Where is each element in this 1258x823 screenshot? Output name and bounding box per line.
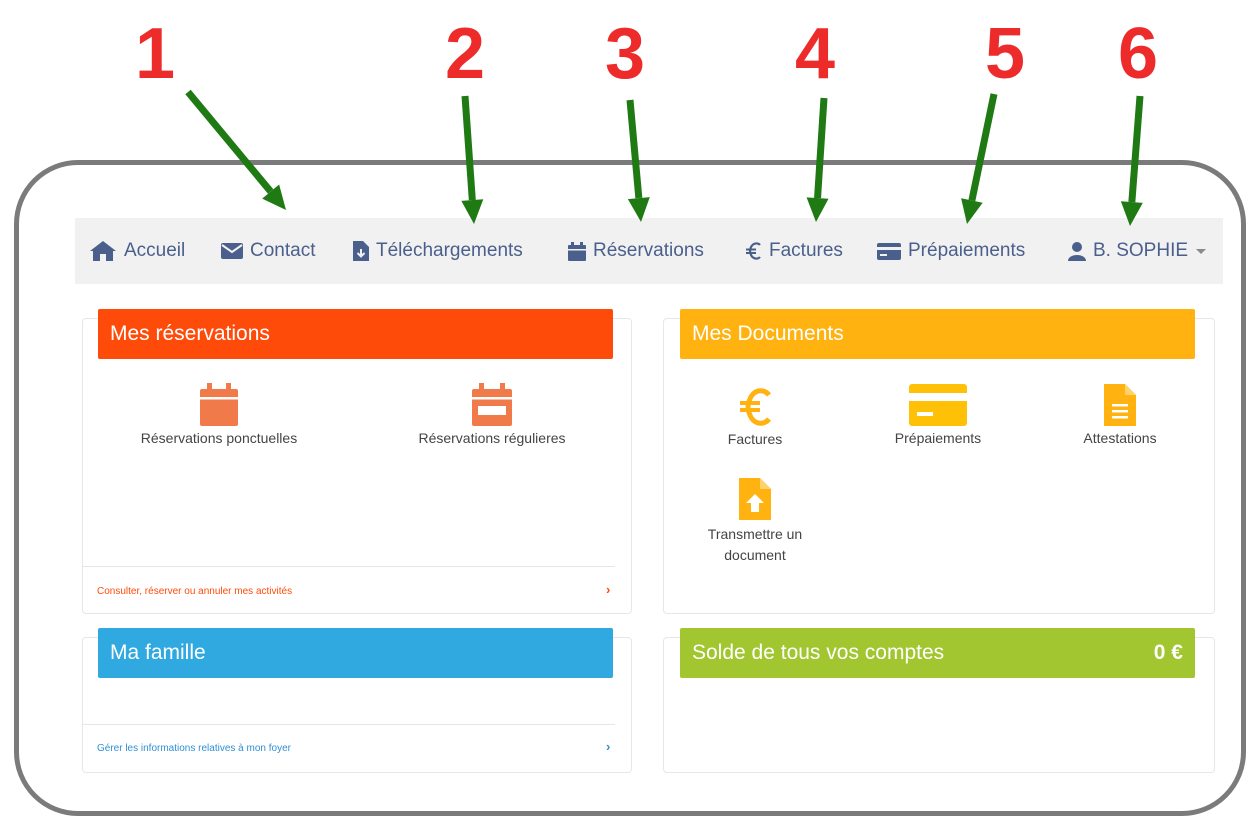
annotation-arrows	[185, 89, 1144, 226]
annotation-arrow-1	[185, 89, 286, 210]
annotation-arrow-4	[806, 97, 829, 222]
annotation-arrow-3	[626, 99, 650, 222]
annotation-arrow-2	[461, 95, 484, 224]
annotation-arrow-5	[961, 93, 998, 224]
annotation-arrow-6	[1120, 95, 1144, 226]
